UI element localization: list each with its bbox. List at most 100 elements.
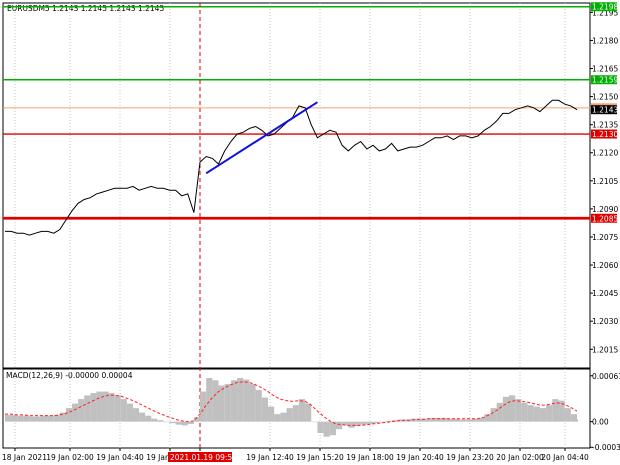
y-tick-label: 1.2105 [592, 177, 618, 186]
y-tick-label: 1.2180 [592, 36, 618, 45]
price-pane-frame [2, 2, 591, 369]
x-tick-label: 19 Jan 23:20 [446, 453, 494, 462]
macd-histogram-bar [65, 408, 73, 422]
chart-window: EURUSDM5 1.2143 1.2145 1.2143 1.2145 MACD… [0, 0, 620, 465]
macd-histogram-bar [305, 403, 312, 422]
macd-histogram-bar [169, 421, 176, 424]
macd-histogram-bar [163, 421, 170, 423]
macd-histogram-bar [72, 403, 79, 422]
macd-histogram-bar [175, 421, 182, 425]
y-tick-label: 1.2075 [592, 233, 618, 242]
macd-histogram-bar [465, 419, 472, 422]
macd-histogram-bar [23, 415, 30, 422]
price-label: 1.2085 [592, 214, 618, 223]
price-series-line [5, 99, 578, 236]
macd-histogram-bar [348, 421, 355, 428]
macd-histogram-bar [292, 405, 299, 422]
price-label: 1.2143 [592, 106, 618, 115]
x-tick-label: 20 Jan 02:00 [496, 453, 544, 462]
macd-histogram-bar [114, 395, 121, 422]
macd-histogram-bar [53, 414, 60, 422]
y-tick-label: 1.2030 [592, 317, 618, 326]
macd-y-tick-label: -0.00034 [592, 443, 620, 452]
macd-histogram-bar [47, 415, 54, 422]
symbol-header: EURUSDM5 1.2143 1.2145 1.2143 1.2145 [7, 4, 164, 13]
x-tick-label: 19 Jan 18:00 [346, 453, 394, 462]
macd-histogram-bar [17, 415, 24, 422]
macd-histogram-bar [243, 379, 250, 422]
macd-histogram-bar [145, 415, 152, 422]
macd-histogram-bar [298, 399, 306, 422]
macd-histogram-bar [249, 384, 256, 422]
macd-histogram-bar [212, 380, 219, 422]
price-chart: EURUSDM5 1.2143 1.2145 1.2143 1.2145 MACD… [2, 2, 620, 462]
macd-histogram-bar [181, 421, 188, 426]
macd-histogram-bar [552, 399, 559, 422]
macd-histogram-bar [230, 380, 238, 422]
macd-histogram-bar [496, 402, 503, 422]
macd-histogram-bar [132, 408, 140, 422]
macd-y-tick-label: 0.00 [592, 418, 609, 427]
macd-histogram-bar [151, 418, 158, 422]
trend-line[interactable] [205, 101, 318, 175]
macd-histogram-bar [5, 414, 12, 422]
macd-histogram-bar [521, 402, 528, 422]
macd-histogram-bar [335, 421, 343, 430]
macd-histogram-bar [564, 408, 571, 422]
y-tick-label: 1.2165 [592, 65, 618, 74]
price-label: 1.2198 [592, 3, 618, 12]
macd-histogram-bar [515, 399, 522, 422]
macd-histogram-bar [533, 406, 540, 422]
macd-histogram-bar [527, 405, 534, 422]
macd-histogram-bar [274, 414, 281, 422]
y-tick-label: 1.2120 [592, 149, 618, 158]
x-tick-label: 19 Jan 02:00 [46, 453, 94, 462]
y-tick-label: 1.2015 [592, 345, 618, 354]
macd-histogram-bar [224, 384, 231, 422]
macd-histogram-bar [570, 414, 577, 422]
macd-histogram-bar [90, 393, 97, 422]
y-tick-label: 1.2060 [592, 261, 618, 270]
macd-histogram-bar [509, 395, 516, 422]
y-tick-label: 1.2090 [592, 205, 618, 214]
macd-histogram-bar [120, 399, 127, 422]
macd-histogram-bar [206, 378, 213, 422]
macd-histogram-bar [317, 421, 324, 433]
price-label: 1.2159 [592, 76, 618, 85]
y-tick-label: 1.2135 [592, 121, 618, 130]
macd-histogram-bar [261, 397, 268, 422]
macd-histogram-bar [108, 393, 115, 422]
y-tick-label: 1.2045 [592, 289, 618, 298]
macd-histogram-bar [323, 421, 330, 437]
macd-histogram-bar [286, 408, 293, 422]
macd-histogram-bar [78, 399, 85, 422]
macd-histogram-bar [280, 412, 287, 422]
macd-histogram-bar [84, 395, 91, 422]
macd-histogram-bar [237, 378, 244, 422]
macd-histogram-bar [41, 415, 48, 422]
x-tick-label: 19 Jan 20:40 [396, 453, 444, 462]
macd-histogram-bar [546, 405, 553, 422]
macd-y-tick-label: 0.00061 [592, 372, 620, 381]
macd-header: MACD(12,26,9) -0.00000 0.00004 [6, 371, 133, 380]
macd-histogram-bar [29, 416, 36, 422]
macd-histogram-bar [35, 416, 42, 422]
x-tick-label: 20 Jan 04:40 [541, 453, 589, 462]
price-label: 1.2130 [592, 130, 618, 139]
macd-histogram-bar [255, 390, 262, 422]
macd-histogram-bar [577, 419, 578, 422]
x-tick-label: 19 Jan 12:40 [246, 453, 294, 462]
macd-histogram-bar [459, 419, 466, 422]
macd-histogram-bar [366, 421, 374, 424]
macd-histogram-bar [539, 408, 547, 422]
macd-histogram-bar [96, 391, 103, 422]
x-tick-label: 19 Jan 04:40 [96, 453, 144, 462]
x-tick-label: 19 Jan 15:20 [296, 453, 344, 462]
y-tick-label: 1.2150 [592, 93, 618, 102]
macd-histogram-bar [11, 414, 18, 422]
macd-histogram-bar [157, 420, 164, 422]
macd-histogram-bar [360, 421, 367, 425]
x-tick-label: 18 Jan 2021 [2, 453, 47, 462]
macd-histogram-bar [502, 396, 510, 422]
macd-histogram-bar [126, 403, 133, 422]
